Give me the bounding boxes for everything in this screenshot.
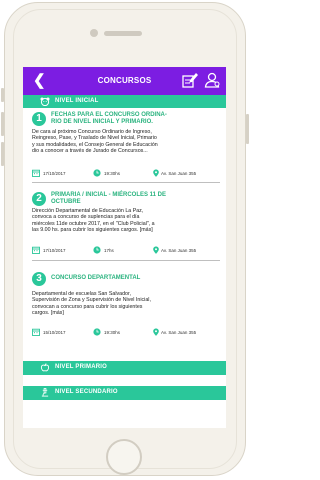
item-body: De cara al próximo Concurso Ordinario de…: [32, 129, 158, 155]
calendar-icon: [32, 246, 40, 254]
item-place: Av. San Juan 355: [161, 171, 197, 176]
location-pin-icon: [153, 246, 159, 254]
item-body: Dirección Departamental de Educación La …: [32, 208, 155, 234]
item-meta: 17/10/2017 17hs Av. San Juan 355: [32, 246, 220, 256]
volume-up-button: [1, 112, 4, 136]
item-number: 2: [32, 192, 46, 206]
item-body: Departamental de escuelas San Salvador, …: [32, 291, 151, 317]
front-camera: [90, 29, 98, 37]
item-title[interactable]: FECHAS PARA EL CONCURSO ORDINA- RIO DE N…: [51, 112, 221, 126]
item-meta: 17/10/2017 19:30hs Av. San Juan 355: [32, 169, 220, 179]
clock-icon: [93, 246, 101, 254]
item-date: 15/10/2017: [43, 330, 66, 335]
list-item[interactable]: 3 CONCURSO DEPARTAMENTAL Departamental d…: [32, 272, 220, 352]
item-place: Av. San Juan 355: [161, 248, 197, 253]
top-bar: ❮ CONCURSOS: [23, 67, 226, 95]
item-time: 19:30hs: [104, 330, 121, 335]
apple-icon: [40, 363, 50, 372]
calendar-icon: [32, 328, 40, 336]
section-label: NIVEL INICIAL: [55, 98, 99, 104]
earpiece-speaker: [104, 31, 142, 36]
item-time: 19:30hs: [104, 171, 121, 176]
item-title[interactable]: CONCURSO DEPARTAMENTAL: [51, 275, 221, 282]
clock-icon: [93, 169, 101, 177]
item-title[interactable]: PRIMARIA / INICIAL - MIÉRCOLES 11 DE OCT…: [51, 192, 221, 206]
volume-down-button: [1, 142, 4, 166]
clock-icon: [93, 328, 101, 336]
microscope-icon: [41, 388, 49, 397]
calendar-icon: [32, 169, 40, 177]
item-meta: 15/10/2017 19:30hs Av. San Juan 355: [32, 328, 220, 338]
item-number: 1: [32, 112, 46, 126]
app-screen: ❮ CONCURSOS NIVEL INICIAL 1 FECHAS PARA …: [23, 67, 226, 428]
list-item[interactable]: 1 FECHAS PARA EL CONCURSO ORDINA- RIO DE…: [32, 112, 220, 192]
section-label: NIVEL PRIMARIO: [55, 364, 108, 370]
location-pin-icon: [153, 169, 159, 177]
power-button: [246, 114, 249, 144]
section-nivel-inicial[interactable]: NIVEL INICIAL: [23, 95, 226, 108]
mute-switch: [1, 88, 4, 102]
edit-document-icon[interactable]: [181, 71, 199, 89]
section-nivel-secundario[interactable]: NIVEL SECUNDARIO: [23, 386, 226, 400]
user-settings-icon[interactable]: [203, 71, 221, 89]
home-button[interactable]: [106, 439, 142, 475]
bear-face-icon: [40, 97, 50, 106]
item-number: 3: [32, 272, 46, 286]
concursos-list: 1 FECHAS PARA EL CONCURSO ORDINA- RIO DE…: [23, 108, 226, 359]
item-time: 17hs: [104, 248, 114, 253]
section-label: NIVEL SECUNDARIO: [55, 389, 118, 395]
item-separator: [32, 182, 220, 183]
item-place: Av. San Juan 355: [161, 330, 197, 335]
section-nivel-primario[interactable]: NIVEL PRIMARIO: [23, 361, 226, 375]
item-separator: [32, 260, 220, 261]
list-item[interactable]: 2 PRIMARIA / INICIAL - MIÉRCOLES 11 DE O…: [32, 192, 220, 270]
item-date: 17/10/2017: [43, 171, 66, 176]
location-pin-icon: [153, 328, 159, 336]
item-date: 17/10/2017: [43, 248, 66, 253]
